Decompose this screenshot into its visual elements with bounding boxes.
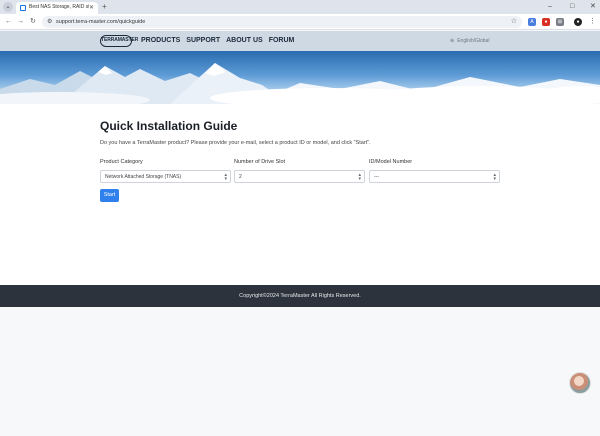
sort-arrows-icon: ▴ ▾ — [358, 172, 361, 182]
page-title: Quick Installation Guide — [100, 119, 238, 133]
menu-forum[interactable]: FORUM — [269, 37, 295, 44]
product-category-select[interactable]: Network Attached Storage (TNAS) ▴ ▾ — [100, 170, 231, 183]
extension-icon[interactable]: A — [528, 18, 536, 26]
browser-tab-bar: ⌄ Best NAS Storage, RAID storag ✕ + – □ … — [0, 0, 600, 14]
model-number-value: --- — [374, 174, 379, 180]
tab-list-icon[interactable]: ⌄ — [3, 2, 13, 12]
profile-avatar[interactable]: ● — [574, 18, 582, 26]
new-tab-button[interactable]: + — [102, 2, 107, 12]
menu-about-us[interactable]: ABOUT US — [226, 37, 263, 44]
copyright-text: Copyright©2024 TerraMaster All Rights Re… — [239, 293, 361, 299]
star-icon[interactable]: ☆ — [511, 18, 517, 26]
model-number-label: ID/Model Number — [369, 159, 413, 165]
product-category-value: Network Attached Storage (TNAS) — [105, 174, 182, 180]
browser-menu-icon[interactable]: ⋮ — [589, 17, 596, 27]
chat-support-avatar[interactable] — [569, 372, 591, 394]
language-selector[interactable]: ⊕ English/Global — [450, 38, 489, 44]
drive-slot-value: 2 — [239, 174, 242, 180]
browser-tab[interactable]: Best NAS Storage, RAID storag ✕ — [16, 2, 98, 14]
start-button[interactable]: Start — [100, 189, 119, 202]
extension-icon[interactable]: ● — [542, 18, 550, 26]
extensions-puzzle-icon[interactable]: ⊞ — [556, 18, 564, 26]
globe-icon: ⊕ — [450, 38, 455, 44]
url-text: support.terra-master.com/quickguide — [56, 19, 146, 25]
site-footer: Copyright©2024 TerraMaster All Rights Re… — [0, 285, 600, 307]
terramaster-logo[interactable]: TERRAMASTER — [100, 35, 138, 47]
quick-guide-section: Quick Installation Guide Do you have a T… — [0, 104, 600, 285]
site-info-icon[interactable]: ⚙ — [47, 18, 52, 25]
sort-arrows-icon: ▴ ▾ — [493, 172, 496, 182]
minimize-button[interactable]: – — [548, 2, 552, 12]
hero-banner — [0, 51, 600, 104]
sort-arrows-icon: ▴ ▾ — [224, 172, 227, 182]
drive-slot-label: Number of Drive Slot — [234, 159, 286, 165]
mountain-banner-image — [0, 63, 600, 104]
browser-toolbar: ← → ↻ ⚙ support.terra-master.com/quickgu… — [0, 14, 600, 30]
window-close-button[interactable]: ✕ — [590, 2, 596, 12]
intro-text: Do you have a TerraMaster product? Pleas… — [100, 140, 371, 146]
tab-title: Best NAS Storage, RAID storag — [29, 4, 89, 10]
back-icon[interactable]: ← — [5, 17, 12, 27]
menu-products[interactable]: PRODUCTS — [141, 37, 180, 44]
address-bar[interactable]: ⚙ support.terra-master.com/quickguide ☆ — [42, 16, 522, 28]
forward-icon[interactable]: → — [17, 17, 24, 27]
main-menu: PRODUCTS SUPPORT ABOUT US FORUM — [141, 37, 294, 44]
reload-icon[interactable]: ↻ — [30, 17, 36, 27]
menu-support[interactable]: SUPPORT — [186, 37, 220, 44]
tab-close-icon[interactable]: ✕ — [89, 4, 94, 11]
product-category-label: Product Category — [100, 159, 143, 165]
site-header: TERRAMASTER PRODUCTS SUPPORT ABOUT US FO… — [0, 31, 600, 51]
drive-slot-select[interactable]: 2 ▴ ▾ — [234, 170, 365, 183]
favicon-icon — [20, 5, 26, 11]
model-number-select[interactable]: --- ▴ ▾ — [369, 170, 500, 183]
maximize-button[interactable]: □ — [570, 2, 574, 12]
language-label: English/Global — [457, 38, 490, 44]
